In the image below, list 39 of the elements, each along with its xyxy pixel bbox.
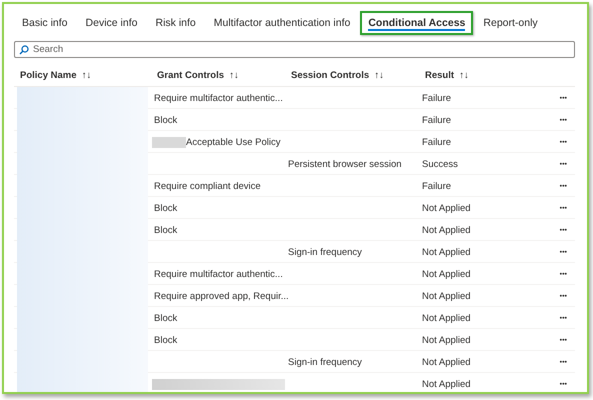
column-header[interactable]: Policy Name ↑↓ xyxy=(14,70,92,80)
tab[interactable]: Multifactor authentication info xyxy=(206,11,358,35)
table-cell: Failure xyxy=(422,114,452,126)
table-cell: Acceptable Use Policy xyxy=(186,136,281,148)
table-cell: Require multifactor authentic... xyxy=(154,92,283,104)
table-cell: Not Applied xyxy=(422,378,471,390)
table-cell: Not Applied xyxy=(422,246,471,258)
table-cell: Sign-in frequency xyxy=(288,246,362,258)
table-cell: Sign-in frequency xyxy=(288,356,362,368)
table-cell: Block xyxy=(154,224,178,236)
tab[interactable]: Report-only xyxy=(475,11,546,35)
table-cell: Not Applied xyxy=(422,290,471,302)
table-cell: Not Applied xyxy=(422,224,471,236)
tab[interactable]: Conditional Access xyxy=(360,11,474,35)
table-cell: Block xyxy=(154,202,178,214)
tab[interactable]: Device info xyxy=(78,11,146,35)
table-cell: Require compliant device xyxy=(154,180,261,192)
table-cell: Failure xyxy=(422,92,452,104)
search-icon xyxy=(19,45,29,55)
table-cell: Not Applied xyxy=(422,356,471,368)
table-cell: Not Applied xyxy=(422,334,471,346)
column-header[interactable]: Grant Controls ↑↓ xyxy=(151,70,239,80)
table-cell: Require approved app, Requir... xyxy=(154,290,289,302)
table-cell: Success xyxy=(422,158,458,170)
table-cell: Failure xyxy=(422,136,452,148)
column-header[interactable]: Session Controls ↑↓ xyxy=(285,70,384,80)
table-cell: Not Applied xyxy=(422,268,471,280)
tab[interactable]: Basic info xyxy=(14,11,76,35)
table-cell: Not Applied xyxy=(422,202,471,214)
table-cell: Block xyxy=(154,312,178,324)
column-header[interactable]: Result ↑↓ xyxy=(419,70,469,80)
table-cell: Not Applied xyxy=(422,312,471,324)
tab[interactable]: Risk info xyxy=(147,11,204,35)
table-cell: Require multifactor authentic... xyxy=(154,268,283,280)
table-cell: Block xyxy=(154,334,178,346)
table-cell: Failure xyxy=(422,180,452,192)
search-field[interactable]: Search xyxy=(14,41,575,58)
table-cell: Block xyxy=(154,114,178,126)
table-cell: Persistent browser session xyxy=(288,158,402,170)
